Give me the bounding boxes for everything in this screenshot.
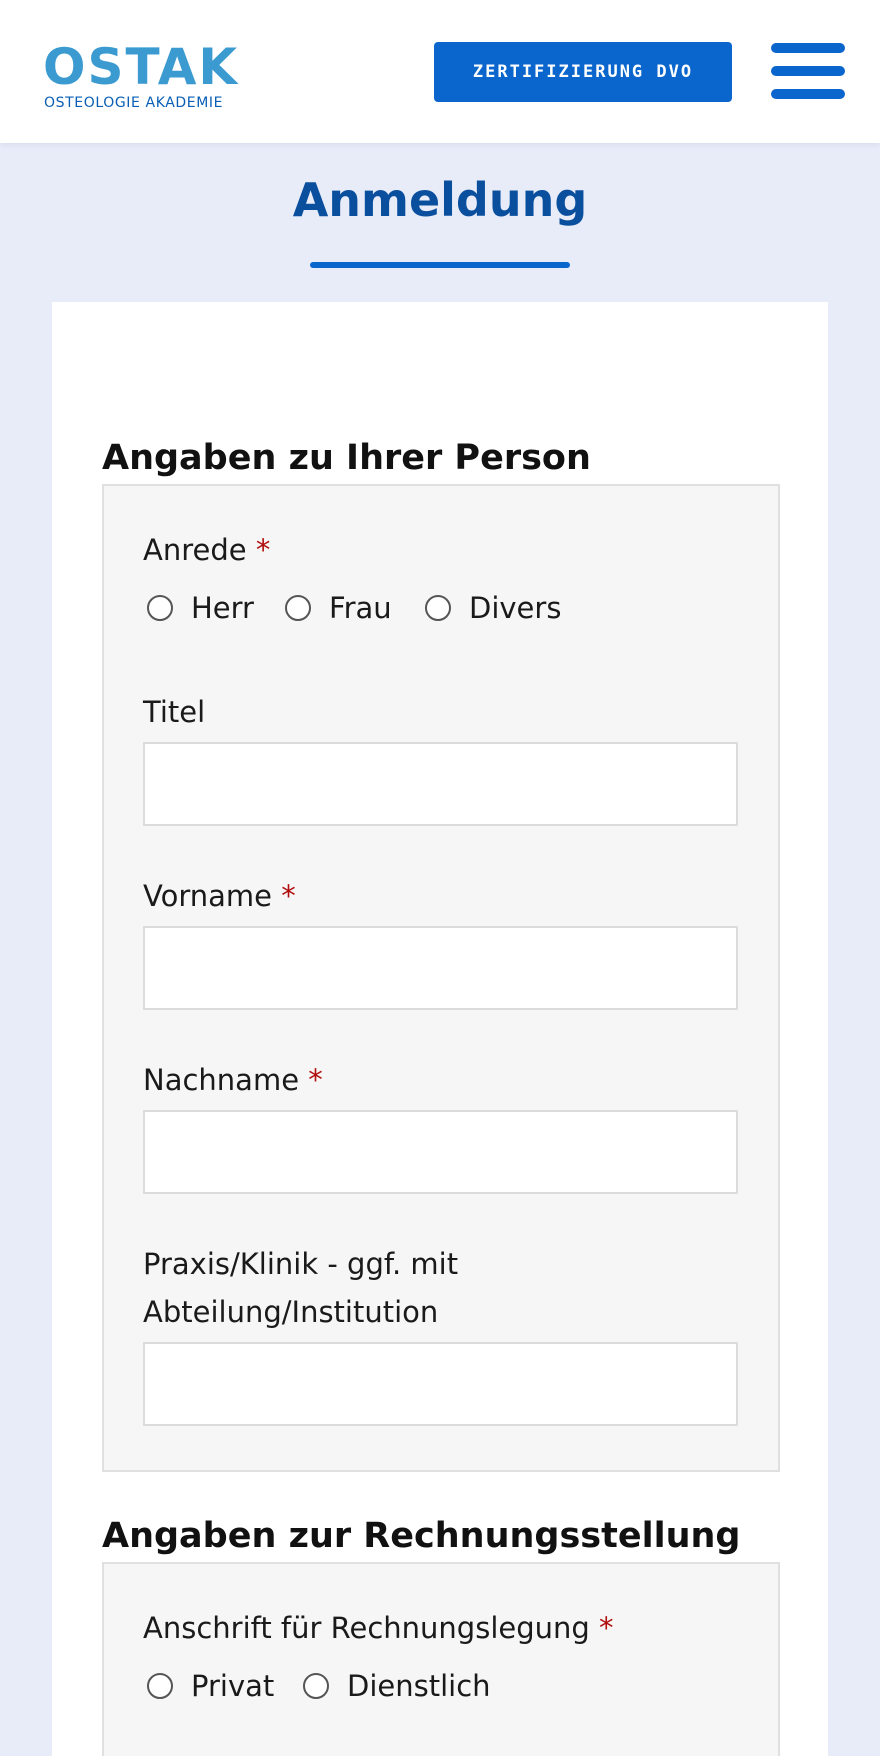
fieldset-billing bbox=[102, 1562, 780, 1756]
section-heading-person: Angaben zu Ihrer Person bbox=[102, 438, 591, 478]
radio-circle-icon[interactable] bbox=[285, 595, 311, 621]
praxis-input[interactable] bbox=[143, 1342, 738, 1426]
required-asterisk: * bbox=[255, 533, 271, 567]
logo-subtitle: OSTEOLOGIE AKADEMIE bbox=[44, 95, 224, 111]
hamburger-menu-icon[interactable] bbox=[771, 42, 845, 100]
vorname-input[interactable] bbox=[143, 926, 738, 1010]
radio-circle-icon[interactable] bbox=[425, 595, 451, 621]
nachname-label: Nachname * bbox=[143, 1063, 323, 1097]
radio-label: Frau bbox=[329, 591, 392, 625]
titel-input[interactable] bbox=[143, 742, 738, 826]
vorname-label: Vorname * bbox=[143, 879, 296, 913]
menu-bar bbox=[771, 89, 845, 99]
section-heading-billing: Angaben zur Rechnungsstellung bbox=[102, 1516, 741, 1556]
anschrift-label: Anschrift für Rechnungslegung * bbox=[143, 1611, 614, 1645]
radio-circle-icon[interactable] bbox=[147, 1673, 173, 1699]
radio-circle-icon[interactable] bbox=[303, 1673, 329, 1699]
logo-wordmark: OSTAK bbox=[43, 38, 240, 96]
radio-label: Dienstlich bbox=[347, 1669, 491, 1703]
radio-herr[interactable]: Herr bbox=[147, 590, 254, 626]
radio-label: Divers bbox=[469, 591, 562, 625]
praxis-label-line2: Abteilung/Institution bbox=[143, 1295, 439, 1329]
page-title: Anmeldung bbox=[292, 173, 588, 227]
nachname-input[interactable] bbox=[143, 1110, 738, 1194]
anrede-label: Anrede * bbox=[143, 533, 271, 567]
required-asterisk: * bbox=[599, 1611, 614, 1645]
radio-label: Herr bbox=[191, 591, 254, 625]
praxis-label-line1: Praxis/Klinik - ggf. mit bbox=[143, 1247, 459, 1281]
required-asterisk: * bbox=[308, 1063, 323, 1097]
menu-bar bbox=[771, 43, 845, 53]
top-bar: OSTAK OSTEOLOGIE AKADEMIE ZERTIFIZIERUNG… bbox=[0, 0, 880, 143]
radio-circle-icon[interactable] bbox=[147, 595, 173, 621]
menu-bar bbox=[771, 66, 845, 76]
ostak-logo[interactable]: OSTAK OSTEOLOGIE AKADEMIE bbox=[43, 42, 253, 114]
radio-divers[interactable]: Divers bbox=[425, 590, 561, 626]
radio-dienstlich[interactable]: Dienstlich bbox=[303, 1668, 491, 1704]
zertifizierung-dvo-button[interactable]: ZERTIFIZIERUNG DVO bbox=[434, 42, 732, 102]
title-underline bbox=[310, 262, 570, 268]
titel-label: Titel bbox=[143, 695, 206, 729]
required-asterisk: * bbox=[281, 879, 296, 913]
radio-frau[interactable]: Frau bbox=[285, 590, 392, 626]
radio-label: Privat bbox=[191, 1669, 275, 1703]
radio-privat[interactable]: Privat bbox=[147, 1668, 274, 1704]
